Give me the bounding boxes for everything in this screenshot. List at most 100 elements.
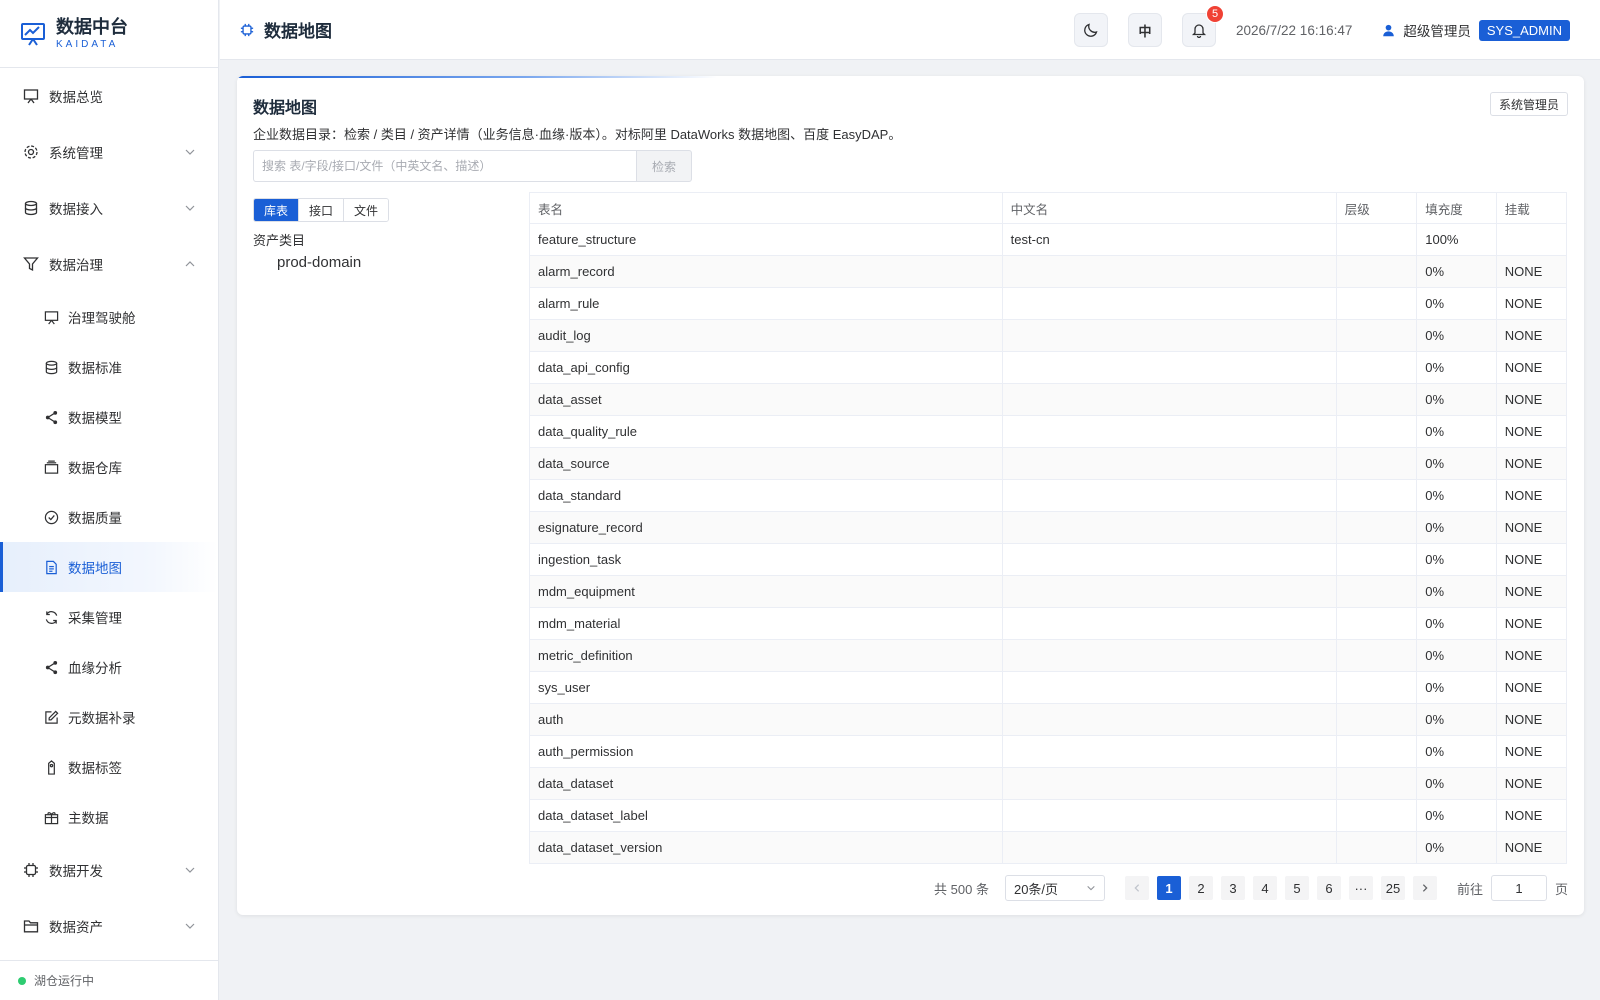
cell-fill-rate: 0% — [1416, 671, 1497, 704]
table-row[interactable]: mdm_equipment 0% NONE — [529, 575, 1568, 608]
table-row[interactable]: metric_definition 0% NONE — [529, 639, 1568, 672]
tab-apis[interactable]: 接口 — [299, 199, 345, 221]
cell-layer — [1335, 287, 1418, 320]
cell-table-name[interactable]: esignature_record — [529, 511, 1003, 544]
more-pages-button[interactable]: ··· — [1348, 876, 1373, 900]
table-row[interactable]: auth_permission 0% NONE — [529, 735, 1568, 768]
language-toggle-button[interactable]: 中 — [1128, 13, 1162, 47]
system-status: 湖仓运行中 — [0, 960, 218, 1000]
table-row[interactable]: auth 0% NONE — [529, 703, 1568, 736]
card-title: 数据地图 — [253, 100, 318, 117]
cell-mount: NONE — [1495, 447, 1568, 480]
table-row[interactable]: data_dataset_label 0% NONE — [529, 799, 1568, 832]
table-row[interactable]: alarm_rule 0% NONE — [529, 287, 1568, 320]
prev-page-button[interactable] — [1124, 876, 1149, 900]
page-button[interactable]: 5 — [1284, 876, 1309, 900]
sidebar-subitem-data-standard[interactable]: 数据标准 — [0, 342, 218, 392]
table-row[interactable]: data_source 0% NONE — [529, 447, 1568, 480]
cell-table-name[interactable]: mdm_equipment — [529, 575, 1003, 608]
table-row[interactable]: sys_user 0% NONE — [529, 671, 1568, 704]
tab-files[interactable]: 文件 — [344, 199, 389, 221]
notifications-button[interactable]: 5 — [1182, 5, 1224, 47]
sidebar-subitem-master-data[interactable]: 主数据 — [0, 792, 218, 842]
sidebar-item-ingestion[interactable]: 数据接入 — [0, 180, 218, 236]
sidebar-item-overview[interactable]: 数据总览 — [0, 68, 218, 124]
tab-tables[interactable]: 库表 — [254, 199, 300, 221]
page-button[interactable]: 3 — [1220, 876, 1245, 900]
cell-table-name[interactable]: data_api_config — [529, 351, 1003, 384]
cell-table-name[interactable]: data_dataset_label — [529, 799, 1003, 832]
sidebar-subitem-data-map[interactable]: 数据地图 — [0, 542, 218, 592]
sidebar-subitem-data-quality[interactable]: 数据质量 — [0, 492, 218, 542]
table-row[interactable]: data_dataset 0% NONE — [529, 767, 1568, 800]
sidebar-item-assets[interactable]: 数据资产 — [0, 898, 218, 954]
cell-fill-rate: 0% — [1416, 383, 1497, 416]
cell-table-name[interactable]: data_quality_rule — [529, 415, 1003, 448]
goto-page-input[interactable]: 1 — [1490, 875, 1547, 901]
page-button[interactable]: 2 — [1188, 876, 1213, 900]
cell-table-name[interactable]: alarm_record — [529, 255, 1003, 288]
table-row[interactable]: alarm_record 0% NONE — [529, 255, 1568, 288]
table-row[interactable]: esignature_record 0% NONE — [529, 511, 1568, 544]
sidebar-subitem-collection[interactable]: 采集管理 — [0, 592, 218, 642]
sidebar-subitem-lineage[interactable]: 血缘分析 — [0, 642, 218, 692]
cell-table-name[interactable]: data_dataset_version — [529, 831, 1003, 864]
theme-toggle-button[interactable] — [1074, 13, 1108, 47]
cell-table-name[interactable]: ingestion_task — [529, 543, 1003, 576]
goto-suffix: 页 — [1554, 881, 1568, 897]
column-header-layer[interactable]: 层级 — [1335, 192, 1418, 224]
sidebar-subitem-tags[interactable]: 数据标签 — [0, 742, 218, 792]
table-row[interactable]: feature_structure test-cn 100% — [529, 223, 1568, 256]
sidebar-subitem-data-model[interactable]: 数据模型 — [0, 392, 218, 442]
cell-table-name[interactable]: alarm_rule — [529, 287, 1003, 320]
cell-layer — [1335, 575, 1418, 608]
page-button[interactable]: 1 — [1156, 876, 1181, 900]
page-size-select[interactable]: 20条/页 — [1004, 875, 1105, 901]
table-row[interactable]: data_dataset_version 0% NONE — [529, 831, 1568, 864]
sidebar-item-system[interactable]: 系统管理 — [0, 124, 218, 180]
cell-table-name[interactable]: sys_user — [529, 671, 1003, 704]
category-tree-node[interactable]: prod-domain — [277, 254, 361, 271]
cell-table-name[interactable]: data_standard — [529, 479, 1003, 512]
cell-table-name[interactable]: data_dataset — [529, 767, 1003, 800]
next-page-button[interactable] — [1412, 876, 1437, 900]
cell-table-name[interactable]: data_asset — [529, 383, 1003, 416]
column-header-cn-name[interactable]: 中文名 — [1001, 192, 1337, 224]
cell-table-name[interactable]: metric_definition — [529, 639, 1003, 672]
chevron-down-icon — [185, 923, 195, 929]
sidebar-subitem-metadata[interactable]: 元数据补录 — [0, 692, 218, 742]
column-header-mount[interactable]: 挂载 — [1495, 192, 1568, 224]
cell-table-name[interactable]: feature_structure — [529, 223, 1003, 256]
table-row[interactable]: data_api_config 0% NONE — [529, 351, 1568, 384]
cell-table-name[interactable]: auth_permission — [529, 735, 1003, 768]
sidebar-item-development[interactable]: 数据开发 — [0, 842, 218, 898]
page-button[interactable]: 4 — [1252, 876, 1277, 900]
table-row[interactable]: data_quality_rule 0% NONE — [529, 415, 1568, 448]
cell-layer — [1335, 223, 1418, 256]
logo[interactable]: 数据中台 KAIDATA — [0, 0, 218, 68]
cell-layer — [1335, 639, 1418, 672]
page-button[interactable]: 6 — [1316, 876, 1341, 900]
table-row[interactable]: audit_log 0% NONE — [529, 319, 1568, 352]
table-row[interactable]: data_standard 0% NONE — [529, 479, 1568, 512]
column-header-table-name[interactable]: 表名 — [529, 192, 1003, 224]
asset-table: 表名 中文名 层级 填充度 挂载 feature_structure test-c… — [529, 192, 1568, 864]
search-button[interactable]: 检索 — [636, 150, 692, 182]
sidebar-subitem-governance-cockpit[interactable]: 治理驾驶舱 — [0, 292, 218, 342]
user-menu[interactable]: 超级管理员 SYS_ADMIN — [1382, 19, 1570, 41]
cell-table-name[interactable]: audit_log — [529, 319, 1003, 352]
table-row[interactable]: data_asset 0% NONE — [529, 383, 1568, 416]
cell-layer — [1335, 831, 1418, 864]
sidebar-subitem-data-warehouse[interactable]: 数据仓库 — [0, 442, 218, 492]
cell-fill-rate: 100% — [1416, 223, 1497, 256]
cell-table-name[interactable]: auth — [529, 703, 1003, 736]
sidebar-item-governance[interactable]: 数据治理 — [0, 236, 218, 292]
system-admin-button[interactable]: 系统管理员 — [1489, 92, 1568, 116]
search-input[interactable] — [253, 150, 637, 182]
table-row[interactable]: ingestion_task 0% NONE — [529, 543, 1568, 576]
page-button[interactable]: 25 — [1380, 876, 1405, 900]
cell-table-name[interactable]: data_source — [529, 447, 1003, 480]
table-row[interactable]: mdm_material 0% NONE — [529, 607, 1568, 640]
column-header-fill-rate[interactable]: 填充度 — [1416, 192, 1497, 224]
cell-table-name[interactable]: mdm_material — [529, 607, 1003, 640]
